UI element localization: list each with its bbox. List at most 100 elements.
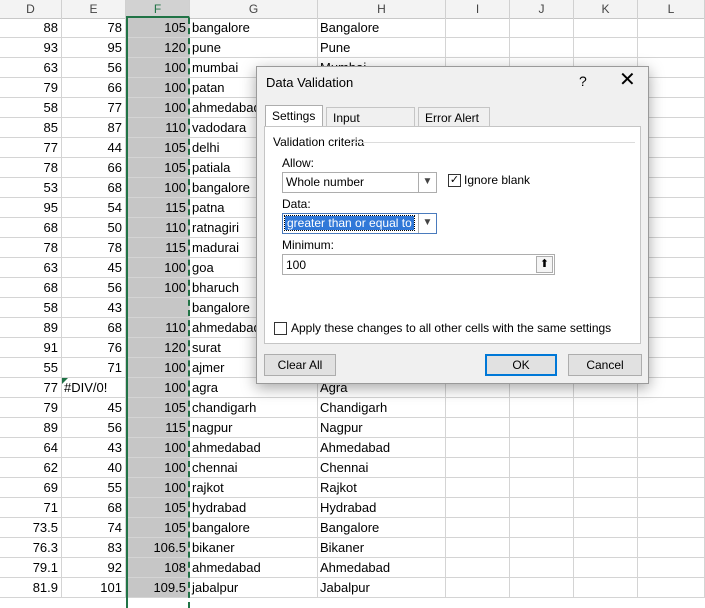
column-header-D[interactable]: D bbox=[0, 0, 62, 18]
cell-D[interactable]: 81.9 bbox=[0, 578, 62, 598]
cell-E[interactable]: 56 bbox=[62, 278, 126, 298]
ignore-blank-checkbox[interactable]: ✓ bbox=[448, 174, 461, 187]
cell-J[interactable] bbox=[510, 398, 574, 418]
cell-K[interactable] bbox=[574, 398, 638, 418]
cell-F[interactable]: 115 bbox=[126, 418, 190, 438]
cell-K[interactable] bbox=[574, 458, 638, 478]
cell-D[interactable]: 63 bbox=[0, 258, 62, 278]
cell-D[interactable]: 77 bbox=[0, 138, 62, 158]
cell-E[interactable]: 44 bbox=[62, 138, 126, 158]
cell-D[interactable]: 95 bbox=[0, 198, 62, 218]
cell-E[interactable]: 101 bbox=[62, 578, 126, 598]
cell-D[interactable]: 73.5 bbox=[0, 518, 62, 538]
cell-L[interactable] bbox=[638, 578, 705, 598]
cell-D[interactable]: 89 bbox=[0, 418, 62, 438]
cell-D[interactable]: 79 bbox=[0, 78, 62, 98]
cell-J[interactable] bbox=[510, 578, 574, 598]
cell-G[interactable]: chennai bbox=[190, 458, 318, 478]
cell-G[interactable]: ahmedabad bbox=[190, 558, 318, 578]
cell-D[interactable]: 64 bbox=[0, 438, 62, 458]
column-header-F[interactable]: F bbox=[126, 0, 190, 18]
cell-F[interactable]: 100 bbox=[126, 478, 190, 498]
cell-F[interactable]: 110 bbox=[126, 118, 190, 138]
data-dropdown[interactable]: greater than or equal to ▼ bbox=[282, 213, 437, 234]
cancel-button[interactable]: Cancel bbox=[568, 354, 642, 376]
cell-E[interactable]: 55 bbox=[62, 478, 126, 498]
cell-L[interactable] bbox=[638, 398, 705, 418]
cell-F[interactable]: 108 bbox=[126, 558, 190, 578]
cell-K[interactable] bbox=[574, 18, 638, 38]
cell-G[interactable]: bangalore bbox=[190, 18, 318, 38]
cell-H[interactable]: Bangalore bbox=[318, 18, 446, 38]
cell-F[interactable]: 100 bbox=[126, 178, 190, 198]
range-select-icon[interactable]: ⬆ bbox=[536, 256, 553, 273]
cell-E[interactable]: 68 bbox=[62, 318, 126, 338]
cell-F[interactable]: 100 bbox=[126, 78, 190, 98]
cell-J[interactable] bbox=[510, 458, 574, 478]
cell-G[interactable]: jabalpur bbox=[190, 578, 318, 598]
cell-D[interactable]: 71 bbox=[0, 498, 62, 518]
cell-F[interactable]: 115 bbox=[126, 198, 190, 218]
cell-F[interactable]: 110 bbox=[126, 218, 190, 238]
cell-L[interactable] bbox=[638, 438, 705, 458]
cell-E[interactable]: 92 bbox=[62, 558, 126, 578]
ok-button[interactable]: OK bbox=[485, 354, 557, 376]
cell-F[interactable]: 100 bbox=[126, 258, 190, 278]
cell-D[interactable]: 77 bbox=[0, 378, 62, 398]
cell-E[interactable]: 45 bbox=[62, 398, 126, 418]
cell-I[interactable] bbox=[446, 558, 510, 578]
cell-L[interactable] bbox=[638, 498, 705, 518]
cell-G[interactable]: rajkot bbox=[190, 478, 318, 498]
cell-L[interactable] bbox=[638, 518, 705, 538]
column-header-L[interactable]: L bbox=[638, 0, 705, 18]
allow-dropdown[interactable]: Whole number ▼ bbox=[282, 172, 437, 193]
cell-L[interactable] bbox=[638, 418, 705, 438]
cell-E[interactable]: 56 bbox=[62, 58, 126, 78]
cell-J[interactable] bbox=[510, 518, 574, 538]
cell-L[interactable] bbox=[638, 558, 705, 578]
cell-H[interactable]: Chandigarh bbox=[318, 398, 446, 418]
cell-I[interactable] bbox=[446, 438, 510, 458]
cell-E[interactable]: 66 bbox=[62, 158, 126, 178]
column-header-H[interactable]: H bbox=[318, 0, 446, 18]
cell-J[interactable] bbox=[510, 18, 574, 38]
cell-I[interactable] bbox=[446, 478, 510, 498]
cell-E[interactable]: 50 bbox=[62, 218, 126, 238]
cell-L[interactable] bbox=[638, 458, 705, 478]
cell-E[interactable]: 54 bbox=[62, 198, 126, 218]
cell-F[interactable]: 100 bbox=[126, 458, 190, 478]
cell-D[interactable]: 89 bbox=[0, 318, 62, 338]
cell-D[interactable]: 63 bbox=[0, 58, 62, 78]
cell-E[interactable]: 76 bbox=[62, 338, 126, 358]
cell-F[interactable] bbox=[126, 298, 190, 318]
tab-error-alert[interactable]: Error Alert bbox=[418, 107, 490, 127]
cell-F[interactable]: 120 bbox=[126, 338, 190, 358]
cell-K[interactable] bbox=[574, 498, 638, 518]
cell-H[interactable]: Hydrabad bbox=[318, 498, 446, 518]
cell-H[interactable]: Ahmedabad bbox=[318, 438, 446, 458]
cell-I[interactable] bbox=[446, 518, 510, 538]
cell-E[interactable]: #DIV/0! bbox=[62, 378, 126, 398]
cell-F[interactable]: 100 bbox=[126, 438, 190, 458]
tab-input-message[interactable]: Input Message bbox=[326, 107, 415, 145]
cell-D[interactable]: 58 bbox=[0, 298, 62, 318]
cell-K[interactable] bbox=[574, 518, 638, 538]
cell-D[interactable]: 85 bbox=[0, 118, 62, 138]
cell-E[interactable]: 40 bbox=[62, 458, 126, 478]
cell-F[interactable]: 109.5 bbox=[126, 578, 190, 598]
cell-H[interactable]: Chennai bbox=[318, 458, 446, 478]
cell-F[interactable]: 105 bbox=[126, 498, 190, 518]
cell-F[interactable]: 105 bbox=[126, 398, 190, 418]
cell-G[interactable]: ahmedabad bbox=[190, 438, 318, 458]
cell-E[interactable]: 78 bbox=[62, 238, 126, 258]
cell-D[interactable]: 58 bbox=[0, 98, 62, 118]
cell-J[interactable] bbox=[510, 438, 574, 458]
cell-H[interactable]: Ahmedabad bbox=[318, 558, 446, 578]
cell-L[interactable] bbox=[638, 478, 705, 498]
cell-K[interactable] bbox=[574, 538, 638, 558]
cell-G[interactable]: hydrabad bbox=[190, 498, 318, 518]
cell-F[interactable]: 100 bbox=[126, 98, 190, 118]
cell-G[interactable]: nagpur bbox=[190, 418, 318, 438]
cell-K[interactable] bbox=[574, 418, 638, 438]
cell-F[interactable]: 105 bbox=[126, 138, 190, 158]
